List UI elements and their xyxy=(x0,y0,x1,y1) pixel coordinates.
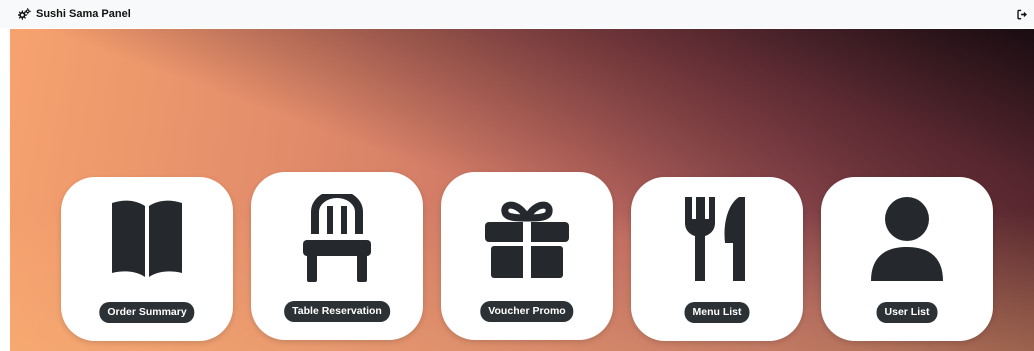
logout-button[interactable] xyxy=(1016,7,1028,21)
table-reservation-card[interactable]: Table Reservation xyxy=(251,172,423,340)
brand[interactable]: Sushi Sama Panel xyxy=(18,7,131,21)
user-icon xyxy=(867,195,947,283)
menu-list-card[interactable]: Menu List xyxy=(631,177,803,341)
utensils-icon xyxy=(681,195,753,283)
logout-icon xyxy=(1016,9,1028,20)
book-open-icon xyxy=(110,199,184,279)
gift-icon xyxy=(483,200,571,280)
voucher-promo-card[interactable]: Voucher Promo xyxy=(441,172,613,340)
user-list-label: User List xyxy=(876,302,938,323)
menu-list-label: Menu List xyxy=(684,302,750,323)
voucher-promo-label: Voucher Promo xyxy=(480,301,574,322)
brand-label: Sushi Sama Panel xyxy=(36,8,131,20)
gears-icon xyxy=(18,7,31,21)
table-reservation-label: Table Reservation xyxy=(284,301,390,322)
user-list-card[interactable]: User List xyxy=(821,177,993,341)
chair-icon xyxy=(301,194,373,282)
order-summary-card[interactable]: Order Summary xyxy=(61,177,233,341)
order-summary-label: Order Summary xyxy=(99,302,195,323)
navbar: Sushi Sama Panel xyxy=(0,0,1034,28)
